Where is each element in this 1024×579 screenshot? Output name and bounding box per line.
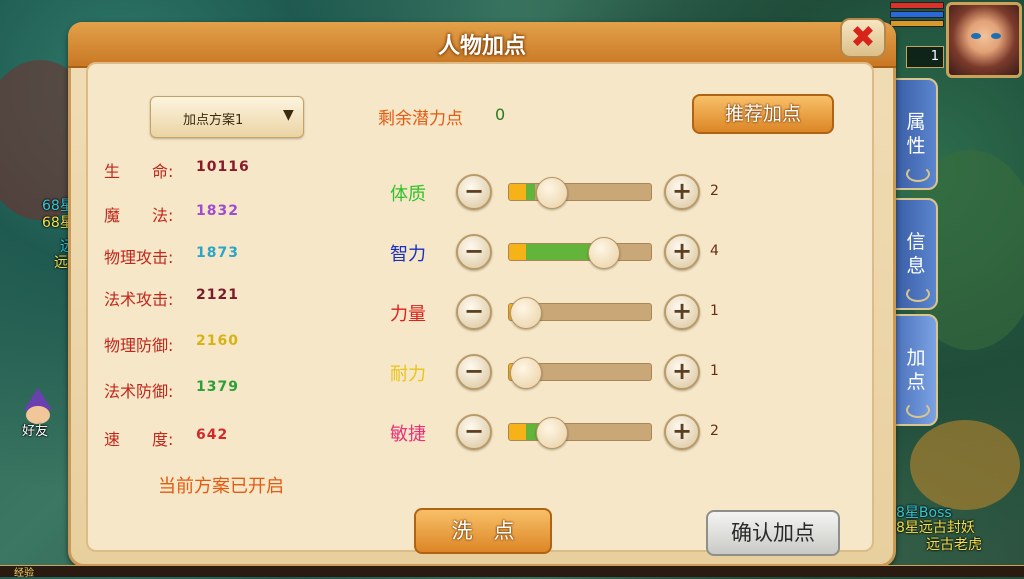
close-button[interactable]: ✖ [840, 18, 886, 58]
tab-attributes[interactable]: 属 性 [894, 78, 938, 190]
attribute-value: 2 [710, 423, 719, 439]
friends-button[interactable]: 好友 [14, 388, 60, 439]
hp-bar [890, 2, 944, 9]
stat-label: 法术攻击: [104, 290, 174, 309]
plus-button[interactable]: + [664, 174, 700, 210]
attribute-value: 2 [710, 183, 719, 199]
plan-select-value: 加点方案1 [183, 113, 244, 128]
tab-info[interactable]: 信 息 [894, 198, 938, 310]
plan-status-text: 当前方案已开启 [158, 476, 284, 497]
slider-knob[interactable] [536, 177, 569, 209]
swirl-icon [906, 166, 930, 182]
attribute-name: 体质 [390, 184, 426, 205]
stat-row: 生 命: 10116 [104, 158, 249, 182]
slider-knob[interactable] [510, 357, 543, 389]
dropdown-arrow-icon: ▼ [283, 107, 294, 123]
slider-fill-added [526, 184, 535, 200]
plus-button[interactable]: + [664, 234, 700, 270]
attribute-slider-track[interactable] [508, 183, 652, 201]
exp-bar [890, 20, 944, 27]
stat-value: 10116 [196, 159, 250, 175]
attribute-slider-track[interactable] [508, 243, 652, 261]
mp-bar [890, 11, 944, 18]
friends-label: 好友 [22, 424, 49, 439]
stat-value: 1832 [196, 203, 239, 219]
minus-button[interactable]: − [456, 414, 492, 450]
minus-button[interactable]: − [456, 234, 492, 270]
swirl-icon [906, 286, 930, 302]
stat-value: 642 [196, 427, 229, 443]
stat-row: 速 度: 642 [104, 426, 227, 450]
portrait-eye-left [971, 33, 981, 39]
plus-button[interactable]: + [664, 354, 700, 390]
slider-fill-base [509, 184, 527, 200]
level-box: 1 [906, 46, 944, 68]
stat-label: 物理攻击: [104, 248, 174, 267]
stat-label: 物理防御: [104, 336, 174, 355]
attribute-name: 耐力 [390, 364, 426, 385]
stat-label: 法术防御: [104, 382, 174, 401]
attribute-row: 耐力 − +1 [390, 352, 730, 392]
tab-add-points-label: 加 点 [906, 347, 926, 393]
slider-fill-base [509, 244, 527, 260]
stat-row: 魔 法: 1832 [104, 202, 238, 226]
plus-button[interactable]: + [664, 414, 700, 450]
stat-row: 法术攻击: 2121 [104, 286, 238, 310]
background-tiger [910, 420, 1020, 510]
add-points-panel: 人物加点 ✖ 加点方案1 ▼ 生 命: 10116 魔 法: 1832 物理攻击: 187… [68, 18, 896, 567]
experience-bar: 经验 [0, 565, 1024, 579]
npc-label[interactable]: 远古老虎 [926, 534, 982, 554]
plus-button[interactable]: + [664, 294, 700, 330]
minus-button[interactable]: − [456, 174, 492, 210]
stat-value: 1873 [196, 245, 239, 261]
stat-value: 2121 [196, 287, 239, 303]
portrait-eye-right [991, 33, 1001, 39]
stat-label: 速 度: [104, 430, 174, 449]
remaining-points-label: 剩余潜力点 [378, 109, 463, 129]
slider-fill-base [509, 424, 527, 440]
attribute-value: 1 [710, 363, 719, 379]
plan-select-dropdown[interactable]: 加点方案1 ▼ [150, 96, 304, 138]
attribute-slider-track[interactable] [508, 423, 652, 441]
attribute-name: 智力 [390, 244, 426, 265]
attribute-value: 1 [710, 303, 719, 319]
minus-button[interactable]: − [456, 294, 492, 330]
recommend-points-button[interactable]: 推荐加点 [692, 94, 834, 134]
character-portrait[interactable] [946, 2, 1022, 78]
attribute-row: 敏捷 − +2 [390, 412, 730, 452]
stat-row: 物理防御: 2160 [104, 332, 238, 356]
slider-knob[interactable] [510, 297, 543, 329]
tab-info-label: 信 息 [906, 231, 926, 277]
attribute-row: 力量 − +1 [390, 292, 730, 332]
tab-add-points[interactable]: 加 点 [894, 314, 938, 426]
stat-row: 法术防御: 1379 [104, 378, 238, 402]
stat-label: 魔 法: [104, 206, 174, 225]
experience-label: 经验 [14, 568, 34, 579]
stat-label: 生 命: [104, 162, 174, 181]
attribute-value: 4 [710, 243, 719, 259]
remaining-points-value: 0 [495, 105, 506, 124]
slider-knob[interactable] [588, 237, 621, 269]
wash-points-button[interactable]: 洗 点 [414, 508, 552, 554]
attribute-row: 智力 − +4 [390, 232, 730, 272]
tab-attributes-label: 属 性 [906, 111, 926, 157]
stat-row: 物理攻击: 1873 [104, 244, 238, 268]
close-icon: ✖ [850, 20, 876, 55]
confirm-points-button[interactable]: 确认加点 [706, 510, 840, 556]
stat-value: 2160 [196, 333, 239, 349]
hp-mp-bars [890, 2, 944, 29]
panel-title: 人物加点 [437, 34, 526, 59]
attribute-name: 力量 [390, 304, 426, 325]
slider-knob[interactable] [536, 417, 569, 449]
minus-button[interactable]: − [456, 354, 492, 390]
attribute-name: 敏捷 [390, 424, 426, 445]
attribute-row: 体质 − +2 [390, 172, 730, 212]
stat-value: 1379 [196, 379, 239, 395]
swirl-icon [906, 402, 930, 418]
